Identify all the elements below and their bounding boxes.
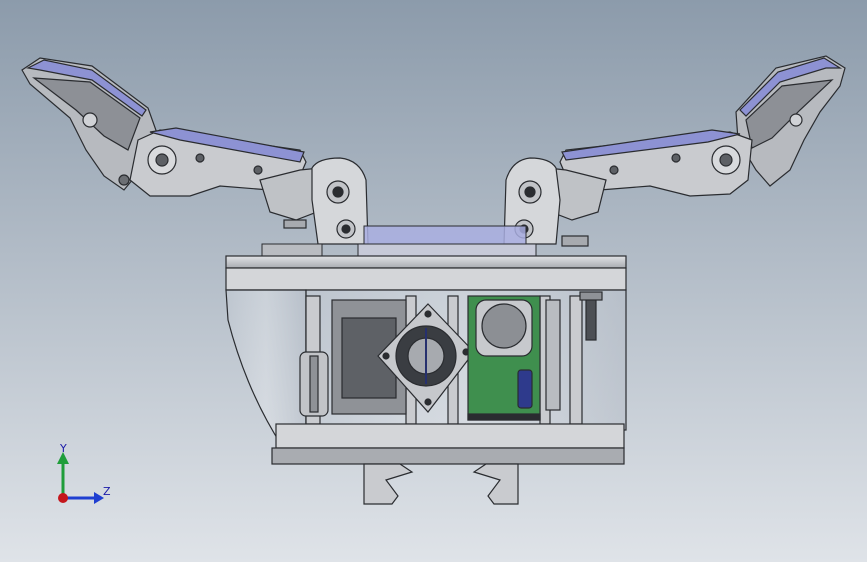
left-finger-pivot: [82, 112, 98, 128]
right-bracket: [545, 299, 561, 411]
top-plate: [225, 255, 627, 269]
pcb-motor-face: [481, 303, 527, 349]
right-finger-pivot: [789, 113, 803, 127]
right-link-pivot-inner: [719, 153, 733, 167]
pcb-capacitor: [517, 369, 533, 409]
right-link-bolt: [671, 153, 681, 163]
right-link-bolt-2: [609, 165, 619, 175]
pillar-5: [569, 295, 583, 425]
top-plate-lower: [225, 267, 627, 291]
x-axis-dot: [58, 493, 68, 503]
z-axis-label: Z: [103, 485, 111, 498]
fan-mount-hole-top: [424, 310, 432, 318]
left-arm-standoff: [283, 219, 307, 229]
left-knuckle-lower-hole: [341, 224, 351, 234]
spring-screw: [585, 297, 597, 341]
fan-mount-hole-left: [382, 352, 390, 360]
left-link-bolt: [195, 153, 205, 163]
robot-gripper-model[interactable]: [0, 0, 867, 562]
left-arm-base-block: [261, 243, 323, 257]
bottom-plate-lower: [271, 447, 625, 465]
left-finger-bolt: [118, 174, 130, 186]
pcb-header: [467, 413, 541, 421]
bottom-plate: [275, 423, 625, 449]
y-axis-label: Y: [60, 442, 67, 455]
triad-axes: [57, 452, 104, 504]
left-knuckle-bearing-hole: [332, 186, 344, 198]
spring-screw-head: [579, 291, 603, 301]
right-arm-standoff: [561, 235, 589, 247]
left-link-bolt-2: [253, 165, 263, 175]
left-link-pivot-inner: [155, 153, 169, 167]
top-gear-cover-rim: [357, 243, 537, 257]
right-knuckle-bearing-hole: [524, 186, 536, 198]
left-pulley-rim: [309, 355, 319, 413]
cad-3d-viewport[interactable]: Y Z: [0, 0, 867, 562]
fan-mount-hole-bottom: [424, 398, 432, 406]
view-orientation-triad[interactable]: Y Z: [46, 440, 126, 510]
